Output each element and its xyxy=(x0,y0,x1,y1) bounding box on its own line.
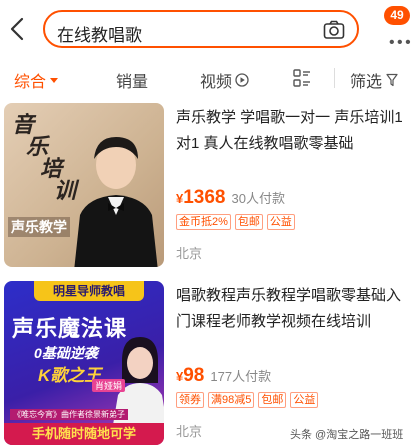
sold-count: 30人付款 xyxy=(231,191,285,206)
sold-count: 177人付款 xyxy=(210,369,272,384)
currency-symbol: ¥ xyxy=(176,369,184,384)
product-thumbnail[interactable]: 音 乐 培 训 声乐教学 xyxy=(4,103,164,267)
message-badge: 49 xyxy=(384,6,410,25)
teacher-portrait xyxy=(74,137,158,267)
tab-video[interactable]: 视频 xyxy=(200,68,249,92)
promo-tags: 领券 满98减5 包邮 公益 xyxy=(176,392,322,408)
play-circle-icon xyxy=(235,73,249,87)
search-query-text: 在线教唱歌 xyxy=(57,26,142,45)
tab-comprehensive[interactable]: 综合 xyxy=(14,68,59,92)
product-price: 1368 xyxy=(183,187,226,208)
product-title[interactable]: 声乐教学 学唱歌一对一 声乐培训1对1 真人在线教唱歌零基础 xyxy=(176,105,408,157)
grid-list-icon xyxy=(293,69,310,87)
thumb-bottom-banner: 手机随时随地可学 xyxy=(4,423,164,445)
product-thumbnail[interactable]: 明星导师教唱 声乐魔法课 0基础逆袭 K歌之王 肖娅娟 《唯忘今宵》曲作者徐景新… xyxy=(4,281,164,445)
promo-tags: 金币抵2% 包邮 公益 xyxy=(176,214,299,230)
thumb-subtitle: 0基础逆袭 xyxy=(34,345,98,361)
tab-sales-label: 销量 xyxy=(116,74,149,91)
thumb-caption: 声乐教学 xyxy=(8,217,70,237)
promo-tag: 金币抵2% xyxy=(176,214,231,230)
top-bar: 在线教唱歌 49 • • • xyxy=(0,0,411,56)
product-card[interactable]: 明星导师教唱 声乐魔法课 0基础逆袭 K歌之王 肖娅娟 《唯忘今宵》曲作者徐景新… xyxy=(0,281,411,448)
thumb-tagline: 《唯忘今宵》曲作者徐景新弟子 xyxy=(10,409,128,420)
chevron-left-icon[interactable] xyxy=(6,16,30,42)
watermark: 头条 @淘宝之路一班班 xyxy=(290,429,404,441)
tab-comprehensive-label: 综合 xyxy=(14,74,47,91)
more-dots-icon: • • • xyxy=(389,34,411,51)
ship-location: 北京 xyxy=(176,246,203,261)
layout-toggle[interactable] xyxy=(292,68,312,88)
price-row: ¥ 98 177人付款 xyxy=(176,365,271,387)
camera-icon[interactable] xyxy=(323,19,345,41)
price-row: ¥ 1368 30人付款 xyxy=(176,187,285,209)
tab-filter[interactable]: 筛选 xyxy=(350,68,398,92)
promo-tag: 领券 xyxy=(176,392,204,408)
tab-sales[interactable]: 销量 xyxy=(116,68,148,92)
sort-tabs: 综合 销量 视频 筛选 xyxy=(0,60,411,96)
product-title[interactable]: 唱歌教程声乐教程学唱歌零基础入门课程老师教学视频在线培训 xyxy=(176,283,408,335)
tab-video-label: 视频 xyxy=(200,74,233,91)
thumb-teacher-name: 肖娅娟 xyxy=(92,379,126,392)
funnel-icon xyxy=(386,73,398,87)
promo-tag: 包邮 xyxy=(258,392,287,408)
product-card[interactable]: 音 乐 培 训 声乐教学 声乐教学 学唱歌一对一 声乐培训1对1 真人在线教唱歌… xyxy=(0,103,411,273)
promo-tag: 公益 xyxy=(290,392,319,408)
currency-symbol: ¥ xyxy=(176,191,184,206)
caret-down-icon xyxy=(50,77,59,83)
thumb-banner: 明星导师教唱 xyxy=(34,281,144,301)
ship-location: 北京 xyxy=(176,424,203,439)
search-input[interactable]: 在线教唱歌 xyxy=(43,10,359,48)
tab-filter-label: 筛选 xyxy=(350,74,383,91)
tab-divider xyxy=(334,68,335,88)
promo-tag: 包邮 xyxy=(234,214,263,230)
promo-tag: 公益 xyxy=(266,214,295,230)
product-price: 98 xyxy=(183,365,205,386)
promo-tag: 满98减5 xyxy=(208,392,255,408)
message-button[interactable]: 49 • • • xyxy=(381,4,411,54)
